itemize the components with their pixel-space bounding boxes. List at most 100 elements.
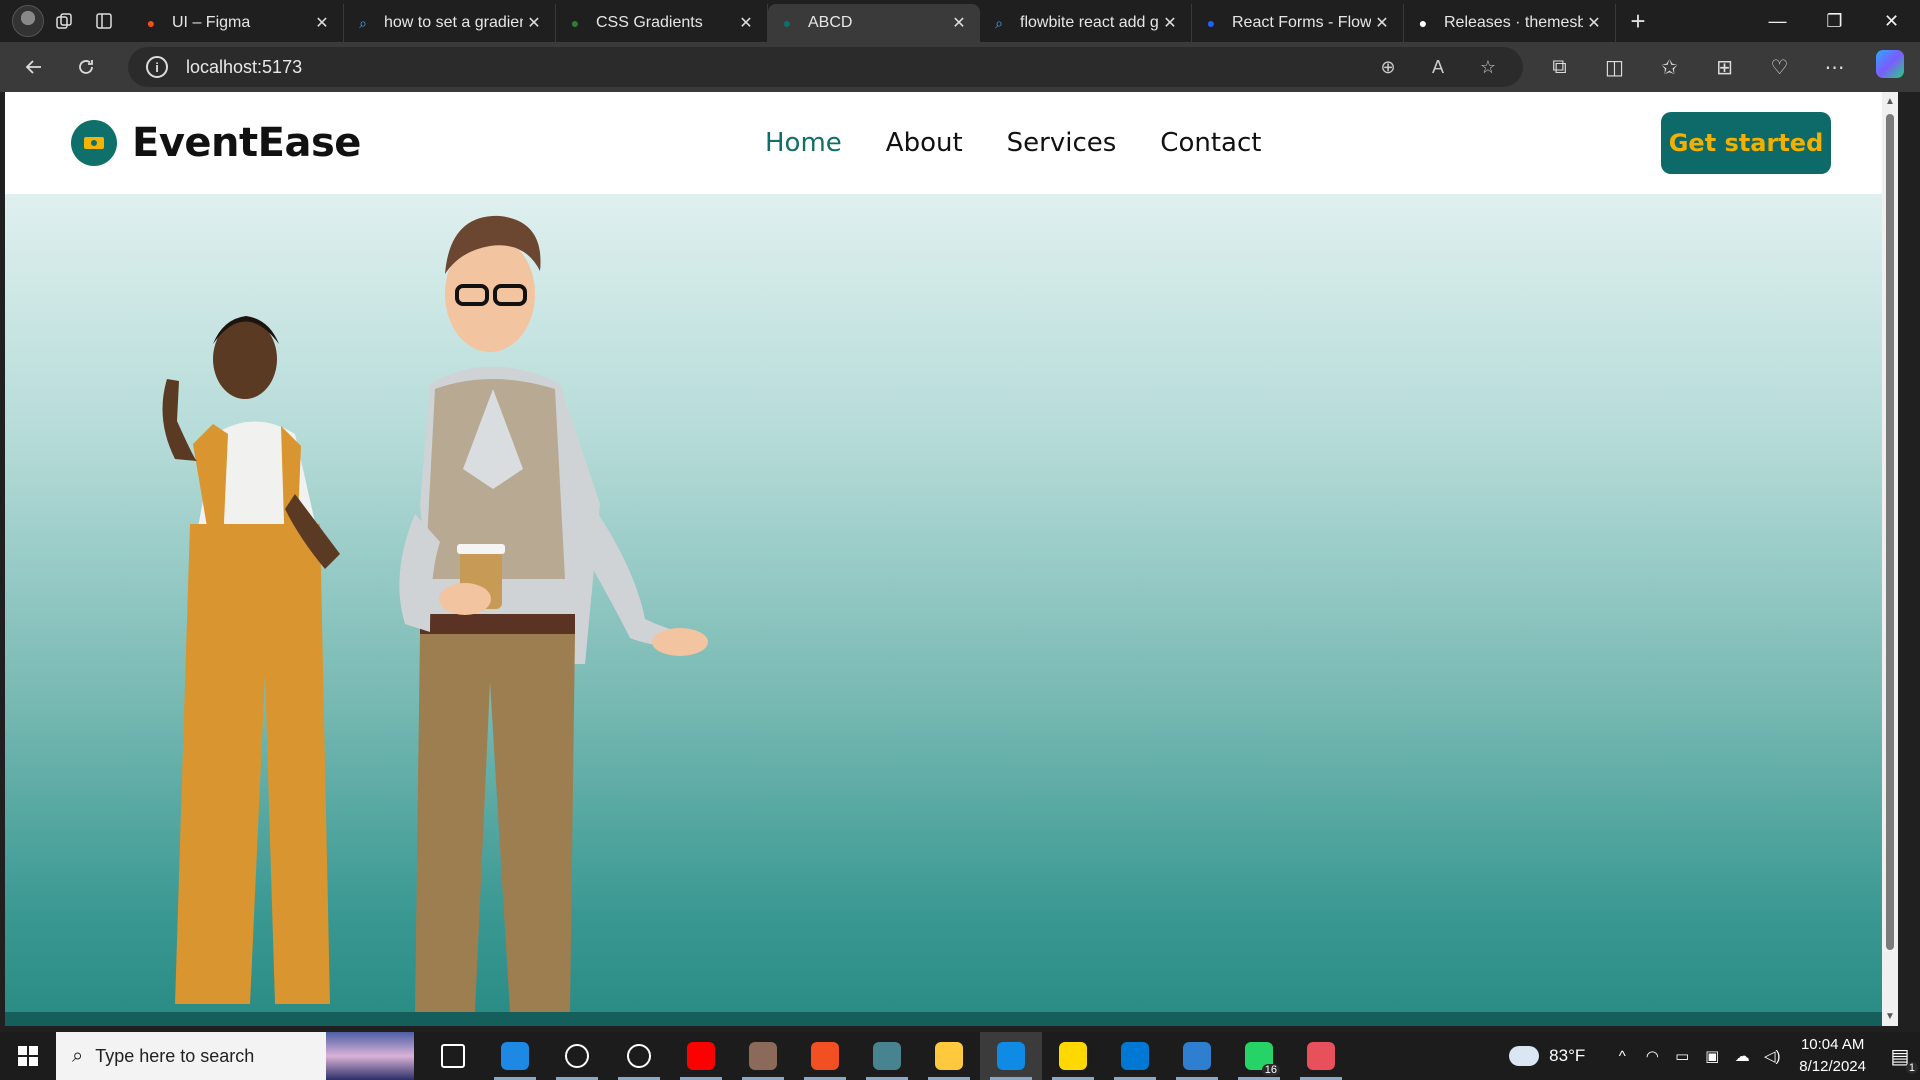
wifi-icon[interactable]: ◠ bbox=[1637, 1047, 1667, 1065]
taskbar-app-file-explorer[interactable] bbox=[918, 1032, 980, 1080]
browser-tab-strip: ● UI – Figma ✕ ⌕ how to set a gradient ✕ ● CSS … bbox=[0, 0, 1920, 42]
tab-close-icon[interactable]: ✕ bbox=[1371, 13, 1393, 33]
mail-icon bbox=[501, 1042, 529, 1070]
taskbar-app-task-view[interactable] bbox=[422, 1032, 484, 1080]
minimize-button[interactable]: — bbox=[1749, 0, 1806, 42]
battery-icon[interactable]: ▭ bbox=[1667, 1047, 1697, 1065]
vscode-icon bbox=[1121, 1042, 1149, 1070]
tab-close-icon[interactable]: ✕ bbox=[948, 13, 970, 33]
back-arrow-icon[interactable] bbox=[8, 46, 60, 88]
hero-characters-illustration bbox=[162, 215, 708, 1012]
extensions-icon[interactable]: ⧉ bbox=[1532, 56, 1587, 79]
clock-time: 10:04 AM bbox=[1800, 1036, 1865, 1053]
clock-date: 8/12/2024 bbox=[1799, 1058, 1866, 1075]
favorites-icon[interactable]: ✩ bbox=[1642, 55, 1697, 80]
page-scrollbar[interactable]: ▲ ▼ bbox=[1882, 92, 1898, 1026]
tab-close-icon[interactable]: ✕ bbox=[311, 13, 333, 33]
read-aloud-icon[interactable]: A bbox=[1413, 57, 1463, 78]
taskbar-clock[interactable]: 10:04 AM 8/12/2024 bbox=[1799, 1034, 1866, 1078]
edge-icon bbox=[997, 1042, 1025, 1070]
new-tab-button[interactable]: + bbox=[1616, 2, 1660, 40]
volume-icon[interactable]: ◁) bbox=[1757, 1047, 1787, 1065]
refresh-icon[interactable] bbox=[60, 46, 112, 88]
taskbar-app-paint[interactable] bbox=[1166, 1032, 1228, 1080]
window-controls: — ❐ ✕ bbox=[1749, 0, 1920, 42]
workspaces-icon[interactable] bbox=[44, 1, 84, 41]
taskbar-app-vscode[interactable] bbox=[1104, 1032, 1166, 1080]
brand-name[interactable]: EventEase bbox=[132, 120, 361, 166]
scroll-down-icon[interactable]: ▼ bbox=[1884, 1011, 1896, 1022]
browser-toolbar-icons: ⧉ ◫ ✩ ⊞ ♡ ⋯ bbox=[1532, 42, 1917, 92]
nav-link-about[interactable]: About bbox=[886, 128, 963, 158]
microsoft-store-icon bbox=[811, 1042, 839, 1070]
browser-tab[interactable]: ● React Forms - Flowb ✕ bbox=[1192, 4, 1404, 42]
search-icon: ⌕ bbox=[72, 1044, 84, 1067]
task-view-icon bbox=[441, 1044, 465, 1068]
nav-link-services[interactable]: Services bbox=[1007, 128, 1117, 158]
close-window-button[interactable]: ✕ bbox=[1863, 0, 1920, 42]
settings-more-icon[interactable]: ⋯ bbox=[1807, 55, 1862, 80]
tab-title: Releases · themesb bbox=[1444, 14, 1583, 31]
w3-icon: ● bbox=[570, 15, 580, 31]
split-screen-icon[interactable]: ◫ bbox=[1587, 55, 1642, 80]
collections-icon[interactable]: ⊞ bbox=[1697, 55, 1752, 80]
browser-tab[interactable]: ● Releases · themesb ✕ bbox=[1404, 4, 1616, 42]
taskbar-app-electron-app[interactable] bbox=[856, 1032, 918, 1080]
taskbar-app-sticky-notes[interactable] bbox=[1042, 1032, 1104, 1080]
show-hidden-icons-chevron-icon[interactable]: ^ bbox=[1607, 1048, 1637, 1065]
address-bar-actions: ⊕ A ☆ bbox=[1363, 47, 1513, 87]
taskbar-app-github-desktop[interactable] bbox=[546, 1032, 608, 1080]
taskbar-search-box[interactable]: ⌕ Type here to search bbox=[56, 1032, 414, 1080]
notification-center-icon[interactable]: ▤ 1 bbox=[1880, 1032, 1920, 1080]
tab-close-icon[interactable]: ✕ bbox=[523, 13, 545, 33]
whatsapp-unread-badge: 16 bbox=[1261, 1064, 1280, 1076]
get-started-button[interactable]: Get started bbox=[1661, 112, 1831, 174]
browser-tab[interactable]: ● UI – Figma ✕ bbox=[132, 4, 344, 42]
address-bar[interactable]: i localhost:5173 ⊕ A ☆ bbox=[128, 47, 1523, 87]
logo-ticket-icon[interactable] bbox=[71, 120, 117, 166]
performance-icon[interactable]: ♡ bbox=[1752, 55, 1807, 80]
tab-close-icon[interactable]: ✕ bbox=[1583, 13, 1605, 33]
browser-tab[interactable]: ⌕ how to set a gradient ✕ bbox=[344, 4, 556, 42]
browser-tab[interactable]: ● ABCD ✕ bbox=[768, 4, 980, 42]
nav-link-home[interactable]: Home bbox=[765, 128, 842, 158]
nav-link-contact[interactable]: Contact bbox=[1160, 128, 1261, 158]
browser-tab[interactable]: ● CSS Gradients ✕ bbox=[556, 4, 768, 42]
app-store-icon bbox=[627, 1044, 651, 1068]
tab-close-icon[interactable]: ✕ bbox=[1159, 13, 1181, 33]
tab-title: UI – Figma bbox=[172, 14, 251, 31]
flowbite-icon: ● bbox=[1206, 15, 1216, 31]
url-text[interactable]: localhost:5173 bbox=[186, 57, 302, 78]
notification-count-badge: 1 bbox=[1905, 1062, 1918, 1074]
copilot-icon[interactable] bbox=[1862, 50, 1917, 84]
search-highlight-image bbox=[326, 1032, 414, 1080]
browser-tab[interactable]: ⌕ flowbite react add g ✕ bbox=[980, 4, 1192, 42]
tab-title: how to set a gradient bbox=[384, 14, 523, 31]
restore-button[interactable]: ❐ bbox=[1806, 0, 1863, 42]
meet-now-icon[interactable]: ▣ bbox=[1697, 1047, 1727, 1065]
weather-widget[interactable]: 83°F bbox=[1509, 1040, 1585, 1066]
tab-close-icon[interactable]: ✕ bbox=[735, 13, 757, 33]
page-viewport: EventEase Home About Services Contact Get s… bbox=[5, 92, 1898, 1026]
taskbar-app-photo-app[interactable] bbox=[732, 1032, 794, 1080]
site-info-icon[interactable]: i bbox=[146, 56, 168, 78]
taskbar-app-microsoft-store[interactable] bbox=[794, 1032, 856, 1080]
scrollbar-thumb[interactable] bbox=[1886, 114, 1894, 950]
zoom-icon[interactable]: ⊕ bbox=[1363, 57, 1413, 78]
taskbar-app-whatsapp[interactable]: 16 bbox=[1228, 1032, 1290, 1080]
profile-avatar[interactable] bbox=[12, 5, 44, 37]
start-button[interactable] bbox=[0, 1032, 56, 1080]
taskbar-app-snipping-tool[interactable] bbox=[1290, 1032, 1352, 1080]
scroll-up-icon[interactable]: ▲ bbox=[1884, 96, 1896, 107]
taskbar-app-mail[interactable] bbox=[484, 1032, 546, 1080]
taskbar-app-app-store[interactable] bbox=[608, 1032, 670, 1080]
onedrive-cloud-icon[interactable]: ☁ bbox=[1727, 1047, 1757, 1065]
taskbar-search-placeholder: Type here to search bbox=[95, 1045, 255, 1066]
partly-cloudy-icon bbox=[1509, 1040, 1540, 1066]
taskbar-app-youtube[interactable] bbox=[670, 1032, 732, 1080]
vertical-tabs-icon[interactable] bbox=[84, 1, 124, 41]
favorite-star-icon[interactable]: ☆ bbox=[1463, 57, 1513, 78]
site-header: EventEase Home About Services Contact Get s… bbox=[5, 92, 1898, 194]
photo-app-icon bbox=[749, 1042, 777, 1070]
taskbar-app-edge[interactable] bbox=[980, 1032, 1042, 1080]
